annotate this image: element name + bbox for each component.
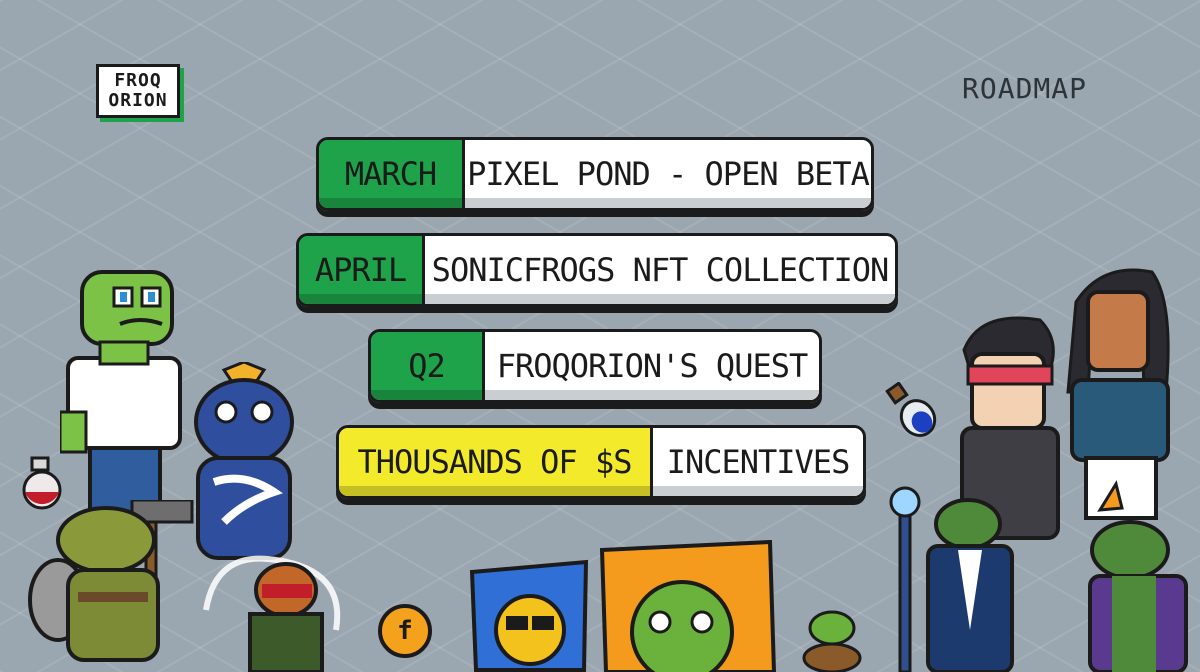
coin-icon: f — [378, 604, 432, 658]
roadmap-date-badge: MARCH — [319, 140, 465, 208]
roadmap-milestone-label: INCENTIVES — [653, 428, 863, 496]
mage-frog — [889, 486, 1014, 672]
frog-character — [60, 270, 182, 520]
wizard-frog — [1088, 480, 1188, 672]
logo-line-2: ORION — [108, 90, 168, 111]
roadmap-milestone-label: SONICFROGS NFT COLLECTION — [425, 236, 895, 304]
roadmap-milestone-label: PIXEL POND - OPEN BETA — [465, 140, 871, 208]
froqorion-logo[interactable]: FROQ ORION — [96, 64, 184, 122]
logo-box: FROQ ORION — [96, 64, 180, 118]
roadmap-item-incentives: THOUSANDS OF $S INCENTIVES — [336, 425, 866, 499]
roadmap-item-q2: Q2 FROQORION'S QUEST — [368, 329, 822, 403]
roadmap-date-badge: APRIL — [299, 236, 425, 304]
turtle-frog — [28, 500, 194, 662]
small-frog — [802, 610, 862, 672]
roadmap-item-march: MARCH PIXEL POND - OPEN BETA — [316, 137, 874, 211]
sunglasses-card — [469, 559, 589, 672]
logo-line-1: FROQ — [114, 70, 162, 91]
nav-roadmap-link[interactable]: ROADMAP — [962, 72, 1087, 105]
roadmap-item-april: APRIL SONICFROGS NFT COLLECTION — [296, 233, 898, 307]
roadmap-date-badge: Q2 — [371, 332, 485, 400]
roadmap-reward-badge: THOUSANDS OF $S — [339, 428, 653, 496]
roadmap-milestone-label: FROQORION'S QUEST — [485, 332, 819, 400]
frog-card — [599, 540, 776, 672]
potion-blue-icon — [885, 382, 937, 437]
swirl-frog — [203, 555, 341, 672]
